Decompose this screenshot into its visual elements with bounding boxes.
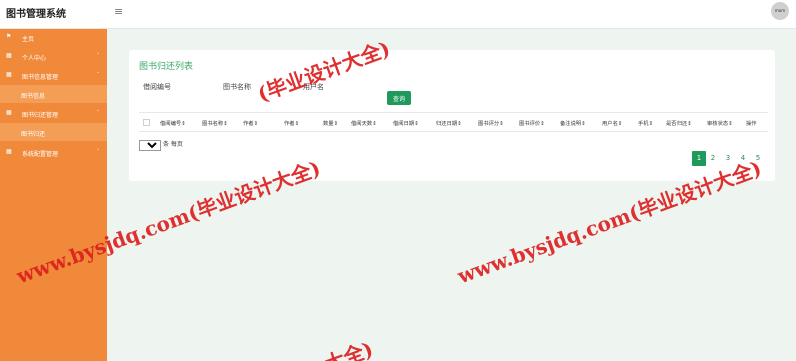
column-header[interactable]: 借阅天数⇕: [351, 119, 377, 127]
column-header[interactable]: 用户名⇕: [602, 119, 622, 127]
grid-icon: ▦: [6, 52, 12, 59]
column-header[interactable]: 作者⇕: [284, 119, 299, 127]
sidebar-item-personal-center[interactable]: ▦ 个人中心 ˅: [0, 50, 107, 64]
top-bar: 图书管理系统 ≡ mam: [0, 0, 796, 29]
page-button-5[interactable]: 5: [751, 151, 765, 166]
grid-icon: ▦: [6, 109, 12, 116]
sidebar-item-label: 图书归还管理: [22, 112, 59, 119]
column-header[interactable]: 手机⇕: [638, 119, 653, 127]
search-button[interactable]: 查询: [387, 91, 411, 105]
column-header[interactable]: 数量⇕: [323, 119, 338, 127]
grid-icon: ▦: [6, 148, 12, 155]
page-button-4[interactable]: 4: [736, 151, 750, 166]
column-header[interactable]: 归还日期⇕: [436, 119, 462, 127]
column-header[interactable]: 图书评价⇕: [519, 119, 545, 127]
data-table: 借阅编号⇕ 图书名称⇕ 作者⇕ 作者⇕ 数量⇕ 借阅天数⇕ 借阅日期⇕ 归还日期…: [139, 112, 768, 132]
sidebar-item-label: 个人中心: [22, 55, 47, 62]
sidebar-item-book-return-manage[interactable]: ▦ 图书归还管理 ˄: [0, 107, 107, 121]
app-title: 图书管理系统: [6, 9, 66, 20]
sidebar-item-label: 图书归还: [21, 131, 46, 138]
sidebar-item-system-config[interactable]: ▦ 系统配置管理 ˅: [0, 146, 107, 160]
sidebar-item-book-info[interactable]: 图书信息: [0, 85, 107, 103]
chevron-up-icon: ˄: [97, 110, 100, 116]
select-all-checkbox[interactable]: [143, 119, 150, 126]
list-card: 图书归还列表 借阅编号 图书名称 用户名 查询 借阅编号⇕ 图书名称⇕ 作者⇕ …: [129, 50, 775, 181]
column-header[interactable]: 作者⇕: [243, 119, 258, 127]
column-header[interactable]: 借阅编号⇕: [160, 119, 186, 127]
page-button-2[interactable]: 2: [706, 151, 720, 166]
chevron-down-icon: ˅: [97, 149, 100, 155]
book-name-input[interactable]: [223, 90, 293, 100]
column-header[interactable]: 备注说明⇕: [560, 119, 586, 127]
column-header[interactable]: 审核状态⇕: [707, 119, 733, 127]
page-title: 图书归还列表: [139, 62, 194, 72]
column-header[interactable]: 图书名称⇕: [202, 119, 228, 127]
chevron-down-icon: ˅: [97, 53, 100, 59]
page-size-label: 条 每页: [163, 141, 183, 148]
column-header: 操作: [746, 121, 757, 127]
sidebar-item-book-info-manage[interactable]: ▦ 图书信息管理 ˄: [0, 69, 107, 83]
username-input[interactable]: [303, 90, 373, 100]
flag-icon: ⚑: [6, 33, 12, 40]
page-button-3[interactable]: 3: [721, 151, 735, 166]
sidebar-item-label: 图书信息: [21, 93, 46, 100]
page-size-select[interactable]: 10: [139, 139, 161, 151]
sidebar-item-label: 系统配置管理: [22, 151, 59, 158]
grid-icon: ▦: [6, 71, 12, 78]
borrow-no-input[interactable]: [143, 90, 213, 100]
sidebar-item-label: 主页: [22, 36, 35, 43]
sidebar-item-label: 图书信息管理: [22, 74, 59, 81]
column-header[interactable]: 图书评分⇕: [478, 119, 504, 127]
page-size: 10条 每页: [139, 139, 183, 151]
chevron-up-icon: ˄: [97, 72, 100, 78]
page-button-1[interactable]: 1: [692, 151, 706, 166]
avatar[interactable]: mam: [771, 2, 789, 20]
menu-toggle-icon[interactable]: ≡: [114, 5, 123, 18]
column-header[interactable]: 是否归还⇕: [666, 119, 692, 127]
column-header[interactable]: 借阅日期⇕: [393, 119, 419, 127]
sidebar: ⚑ 主页 ▦ 个人中心 ˅ ▦ 图书信息管理 ˄ 图书信息 ▦ 图书归还管理 ˄…: [0, 29, 107, 361]
watermark: 大全): [321, 336, 377, 361]
sidebar-item-book-return[interactable]: 图书归还: [0, 123, 107, 141]
sidebar-item-home[interactable]: ⚑ 主页: [0, 31, 107, 45]
